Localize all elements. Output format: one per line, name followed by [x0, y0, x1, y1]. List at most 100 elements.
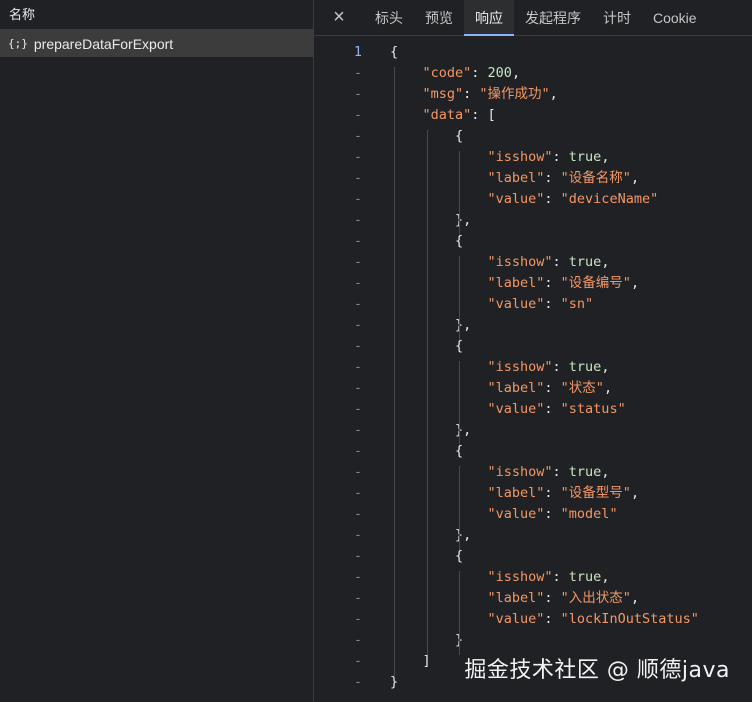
collapse-marker[interactable]: -: [314, 147, 362, 168]
code-line: - "label": "状态",: [314, 378, 752, 399]
code-line: -}: [314, 630, 752, 651]
collapse-marker[interactable]: -: [314, 168, 362, 189]
code-text: "value": "lockInOutStatus": [487, 611, 699, 627]
code-text: },: [455, 527, 472, 543]
request-list-panel: 名称 {;} prepareDataForExport: [0, 0, 314, 702]
code-line: -},: [314, 420, 752, 441]
code-line: 1{: [314, 42, 752, 63]
collapse-marker[interactable]: -: [314, 420, 362, 441]
code-text: "label": "设备型号",: [487, 485, 640, 501]
code-text: {: [390, 44, 399, 60]
collapse-marker[interactable]: -: [314, 315, 362, 336]
indent-guide: [459, 571, 460, 655]
code-line: -{: [314, 336, 752, 357]
code-text: },: [455, 317, 472, 333]
tab-preview[interactable]: 预览: [414, 0, 464, 35]
code-line: -{: [314, 546, 752, 567]
collapse-marker[interactable]: -: [314, 231, 362, 252]
code-line: - "value": "sn": [314, 294, 752, 315]
code-line: - "isshow": true,: [314, 567, 752, 588]
code-line: -},: [314, 210, 752, 231]
collapse-marker[interactable]: -: [314, 483, 362, 504]
code-text: "label": "状态",: [487, 380, 613, 396]
collapse-marker[interactable]: -: [314, 672, 362, 693]
collapse-marker[interactable]: -: [314, 378, 362, 399]
code-text: "value": "sn": [487, 296, 594, 312]
tab-timing[interactable]: 计时: [592, 0, 642, 35]
code-line: -{: [314, 126, 752, 147]
code-text: {: [455, 128, 464, 144]
code-line: - "isshow": true,: [314, 147, 752, 168]
collapse-marker[interactable]: -: [314, 630, 362, 651]
code-line: - "code": 200,: [314, 63, 752, 84]
details-panel: × 标头 预览 响应 发起程序 计时 Cookie 1{- "code": 200…: [314, 0, 752, 702]
indent-guide: [459, 466, 460, 550]
code-text: "label": "入出状态",: [487, 590, 640, 606]
collapse-marker[interactable]: -: [314, 105, 362, 126]
code-text: },: [455, 422, 472, 438]
collapse-marker[interactable]: -: [314, 609, 362, 630]
code-text: "code": 200,: [422, 65, 521, 81]
collapse-marker[interactable]: -: [314, 210, 362, 231]
code-line: - "isshow": true,: [314, 462, 752, 483]
indent-guide: [426, 130, 428, 655]
code-text: "value": "status": [487, 401, 626, 417]
collapse-marker[interactable]: -: [314, 504, 362, 525]
code-line: -{: [314, 231, 752, 252]
code-text: "isshow": true,: [487, 254, 610, 270]
collapse-marker[interactable]: -: [314, 294, 362, 315]
collapse-marker[interactable]: -: [314, 651, 362, 672]
collapse-marker[interactable]: -: [314, 441, 362, 462]
collapse-marker[interactable]: -: [314, 546, 362, 567]
collapse-marker[interactable]: -: [314, 588, 362, 609]
close-icon[interactable]: ×: [314, 0, 364, 35]
code-text: "data": [: [422, 107, 496, 123]
collapse-marker[interactable]: -: [314, 525, 362, 546]
code-text: "label": "设备名称",: [487, 170, 640, 186]
collapse-marker[interactable]: -: [314, 462, 362, 483]
line-number: 1: [353, 44, 362, 60]
tab-cookies[interactable]: Cookie: [642, 0, 708, 35]
code-text: "value": "deviceName": [487, 191, 659, 207]
tab-response[interactable]: 响应: [464, 0, 514, 36]
code-line: - "label": "设备型号",: [314, 483, 752, 504]
indent-guide: [459, 361, 460, 445]
code-line: - "label": "入出状态",: [314, 588, 752, 609]
request-item[interactable]: {;} prepareDataForExport: [0, 30, 313, 57]
collapse-marker[interactable]: -: [314, 252, 362, 273]
code-text: "label": "设备编号",: [487, 275, 640, 291]
collapse-marker[interactable]: -: [314, 336, 362, 357]
collapse-marker[interactable]: -: [314, 126, 362, 147]
code-line: -{: [314, 441, 752, 462]
code-line: - "msg": "操作成功",: [314, 84, 752, 105]
code-line: - "value": "lockInOutStatus": [314, 609, 752, 630]
collapse-marker[interactable]: -: [314, 189, 362, 210]
tab-initiator[interactable]: 发起程序: [514, 0, 592, 35]
json-file-icon: {;}: [8, 37, 28, 50]
collapse-marker[interactable]: -: [314, 567, 362, 588]
collapse-marker[interactable]: -: [314, 63, 362, 84]
code-line: - "label": "设备编号",: [314, 273, 752, 294]
code-line: - "isshow": true,: [314, 252, 752, 273]
code-text: "isshow": true,: [487, 569, 610, 585]
response-viewer[interactable]: 1{- "code": 200, - "msg": "操作成功", - "data": […: [314, 36, 752, 702]
code-line: -},: [314, 315, 752, 336]
collapse-marker[interactable]: -: [314, 357, 362, 378]
name-column-header[interactable]: 名称: [0, 0, 313, 30]
tab-headers[interactable]: 标头: [364, 0, 414, 35]
code-text: },: [455, 212, 472, 228]
code-text: "isshow": true,: [487, 149, 610, 165]
details-tabbar: × 标头 预览 响应 发起程序 计时 Cookie: [314, 0, 752, 36]
watermark: 掘金技术社区 @ 顺德java: [464, 658, 730, 683]
collapse-marker[interactable]: -: [314, 84, 362, 105]
code-text: "msg": "操作成功",: [422, 86, 558, 102]
request-name: prepareDataForExport: [33, 35, 174, 52]
code-line: - "value": "deviceName": [314, 189, 752, 210]
code-line: - "label": "设备名称",: [314, 168, 752, 189]
indent-guide: [394, 67, 395, 676]
code-text: "isshow": true,: [487, 359, 610, 375]
code-text: "value": "model": [487, 506, 618, 522]
collapse-marker[interactable]: -: [314, 273, 362, 294]
code-line: - "value": "status": [314, 399, 752, 420]
collapse-marker[interactable]: -: [314, 399, 362, 420]
